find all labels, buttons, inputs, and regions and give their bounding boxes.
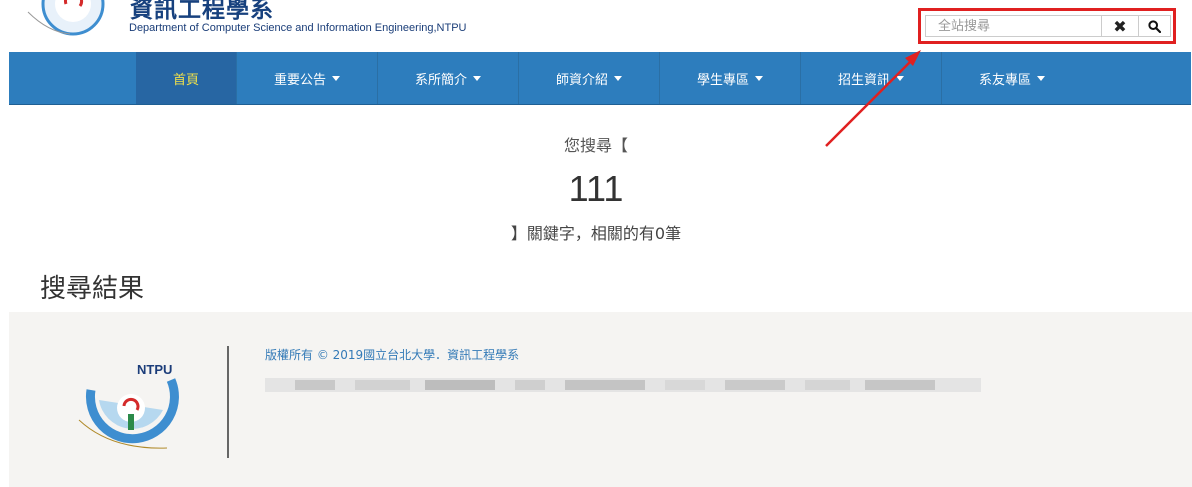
results-heading: 搜尋結果 [40, 274, 145, 304]
redacted-address [265, 378, 981, 392]
clear-search-button[interactable]: ✖ [1101, 15, 1139, 37]
search-input[interactable] [925, 15, 1101, 37]
search-icon [1148, 19, 1161, 33]
search-highlight-box: ✖ [918, 8, 1176, 44]
caret-down-icon [755, 75, 763, 81]
nav-item-faculty[interactable]: 師資介紹 [518, 52, 659, 104]
search-keyword: 111 [568, 168, 624, 209]
nav-item-announcements[interactable]: 重要公告 [236, 52, 377, 104]
nav-item-label: 系所簡介 [414, 72, 467, 88]
site-header: 資訊工程學系 Department of Computer Science an… [0, 0, 1192, 52]
nav-item-label: 招生資訊 [837, 72, 890, 88]
search-button[interactable] [1139, 15, 1171, 37]
nav-item-label: 學生專區 [696, 72, 749, 88]
nav-item-label: 師資介紹 [555, 72, 608, 88]
main-nav: 首頁 重要公告 系所簡介 師資介紹 學生專區 招生資訊 系友專區 [9, 52, 1191, 105]
nav-item-label: 系友專區 [978, 72, 1031, 88]
caret-down-icon [614, 75, 622, 81]
nav-item-label: 重要公告 [273, 72, 326, 88]
search-prefix-text: 您搜尋【 [563, 136, 628, 155]
nav-item-label: 首頁 [172, 72, 199, 88]
department-logo[interactable] [18, 0, 128, 42]
result-count-text: 】關鍵字，相關的有0筆 [510, 224, 682, 243]
copyright-text: 版權所有 © 2019國立台北大學．資訊工程學系 [265, 348, 520, 362]
nav-item-admissions[interactable]: 招生資訊 [800, 52, 941, 104]
footer-logo: NTPU [78, 362, 179, 449]
close-icon: ✖ [1113, 16, 1127, 36]
footer-divider [227, 346, 229, 458]
site-subtitle: Department of Computer Science and Infor… [129, 22, 467, 34]
nav-item-about[interactable]: 系所簡介 [377, 52, 518, 104]
caret-down-icon [473, 75, 481, 81]
site-title[interactable]: 資訊工程學系 [130, 0, 274, 24]
nav-item-students[interactable]: 學生專區 [659, 52, 800, 104]
caret-down-icon [332, 75, 340, 81]
caret-down-icon [1037, 75, 1045, 81]
nav-item-alumni[interactable]: 系友專區 [941, 52, 1082, 104]
site-footer: NTPU 版權所有 © 2019國立台北大學．資訊工程學系 [9, 312, 1192, 487]
nav-item-home[interactable]: 首頁 [136, 52, 236, 104]
caret-down-icon [896, 75, 904, 81]
footer-logo-text: NTPU [137, 362, 172, 377]
